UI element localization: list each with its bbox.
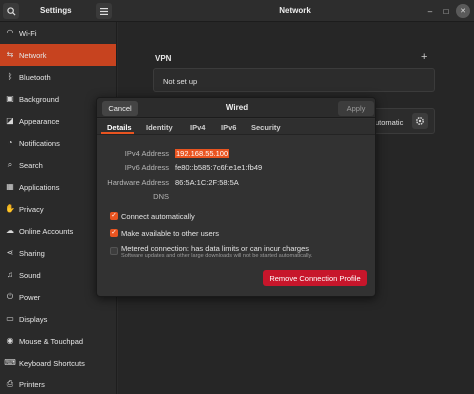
sidebar-item-label: Sharing (19, 248, 45, 258)
applications-icon: ▦ (6, 182, 14, 191)
sidebar-item-label: Power (19, 292, 41, 302)
search-icon: ⌕ (7, 160, 13, 169)
wifi-icon: ◠ (6, 28, 14, 37)
make-available-label: Make available to other users (121, 229, 219, 238)
tab-label: Identity (146, 122, 173, 132)
vpn-section-title: VPN (155, 54, 172, 63)
minimize-icon: – (427, 6, 433, 16)
sidebar-item-label: Sound (19, 270, 41, 280)
mouse-icon: ◉ (6, 336, 14, 345)
online-accounts-icon: ☁ (6, 226, 14, 235)
sound-icon: ♫ (7, 270, 13, 279)
sharing-icon: ⋖ (6, 248, 14, 257)
minimize-button[interactable]: – (423, 4, 437, 18)
sidebar-item-network[interactable]: ⇆ Network (0, 44, 116, 66)
connect-automatically-checkbox[interactable]: ✓ (110, 212, 118, 220)
sidebar-item-label: Mouse & Touchpad (19, 336, 84, 346)
dialog-tabs: Details Identity IPv4 IPv6 Security (97, 119, 375, 135)
panel-title: Network (279, 6, 311, 15)
close-icon: ✕ (460, 8, 466, 15)
bluetooth-icon: ᛒ (7, 72, 13, 81)
sidebar-item-label: Wi-Fi (19, 28, 37, 38)
sidebar-item-label: Printers (19, 379, 45, 389)
tab-identity[interactable]: Identity (146, 119, 173, 135)
metered-connection-label: Metered connection: has data limits or c… (121, 244, 310, 253)
power-icon: ⏻ (6, 292, 14, 301)
dialog-header: Cancel Wired Apply (97, 98, 375, 118)
sidebar-item-mouse-touchpad[interactable]: ◉ Mouse & Touchpad (0, 330, 116, 352)
sidebar-item-label: Background (19, 94, 60, 104)
ipv6-address-value: fe80::b585:7c6f:e1e1:fb49 (175, 163, 263, 172)
tab-label: IPv6 (221, 122, 237, 132)
sidebar-item-label: Appearance (19, 116, 60, 126)
sidebar-item-printers[interactable]: ⎙ Printers (0, 373, 116, 394)
gear-icon (416, 117, 424, 125)
ipv4-address-text: 192.168.55.100 (175, 149, 230, 158)
dialog-title: Wired (225, 103, 249, 112)
active-tab-indicator (101, 132, 134, 134)
tab-ipv4[interactable]: IPv4 (190, 119, 205, 135)
dns-label: DNS (153, 192, 169, 201)
sidebar-item-label: Bluetooth (19, 72, 51, 82)
apply-button[interactable]: Apply (338, 101, 374, 116)
sidebar-item-label: Online Accounts (19, 226, 74, 236)
tab-label: IPv4 (190, 122, 206, 132)
sidebar-item-wifi[interactable]: ◠ Wi-Fi (0, 22, 116, 44)
sidebar-item-label: Displays (19, 314, 48, 324)
ipv4-address-value: 192.168.55.100 (175, 149, 230, 158)
tab-label: Security (251, 122, 281, 132)
sidebar-item-label: Privacy (19, 204, 44, 214)
privacy-icon: ✋ (5, 204, 15, 213)
network-icon: ⇆ (6, 50, 14, 59)
maximize-icon: □ (443, 6, 449, 16)
tab-security[interactable]: Security (251, 119, 281, 135)
vpn-list: Not set up (153, 68, 435, 92)
metered-connection-description: Software updates and other large downloa… (121, 253, 313, 259)
sidebar-item-bluetooth[interactable]: ᛒ Bluetooth (0, 66, 116, 88)
sidebar-item-label: Network (19, 50, 47, 60)
keyboard-icon: ⌨ (4, 358, 16, 367)
ipv4-address-label: IPv4 Address (124, 149, 169, 158)
proxy-settings-button[interactable] (412, 113, 428, 129)
appearance-icon: ◪ (6, 116, 14, 125)
wired-connection-dialog: Cancel Wired Apply Details Identity IPv4… (96, 97, 376, 297)
close-window-button[interactable]: ✕ (456, 4, 470, 18)
remove-connection-profile-button[interactable]: Remove Connection Profile (263, 270, 367, 286)
ipv6-address-label: IPv6 Address (124, 163, 169, 172)
sidebar-item-displays[interactable]: ▭ Displays (0, 308, 116, 330)
hardware-address-label: Hardware Address (107, 178, 169, 187)
printer-icon: ⎙ (6, 379, 14, 388)
sidebar-item-label: Keyboard Shortcuts (19, 358, 85, 368)
tab-label: Details (107, 122, 132, 132)
hardware-address-value: 86:5A:1C:2F:58:5A (175, 178, 239, 187)
connect-automatically-label: Connect automatically (121, 212, 195, 221)
maximize-button[interactable]: □ (439, 4, 453, 18)
notifications-icon: ◔ (7, 138, 13, 147)
sidebar-item-label: Notifications (19, 138, 60, 148)
tab-ipv6[interactable]: IPv6 (221, 119, 236, 135)
make-available-checkbox[interactable]: ✓ (110, 229, 118, 237)
header-bar: Settings Network – □ ✕ (0, 0, 474, 22)
sidebar-item-label: Applications (19, 182, 60, 192)
sidebar-item-label: Search (19, 160, 43, 170)
add-vpn-button[interactable]: + (421, 51, 427, 63)
sidebar-item-keyboard-shortcuts[interactable]: ⌨ Keyboard Shortcuts (0, 352, 116, 374)
background-icon: ▣ (6, 94, 14, 103)
vpn-status: Not set up (163, 77, 198, 86)
displays-icon: ▭ (6, 314, 14, 323)
metered-connection-checkbox[interactable] (110, 247, 118, 255)
